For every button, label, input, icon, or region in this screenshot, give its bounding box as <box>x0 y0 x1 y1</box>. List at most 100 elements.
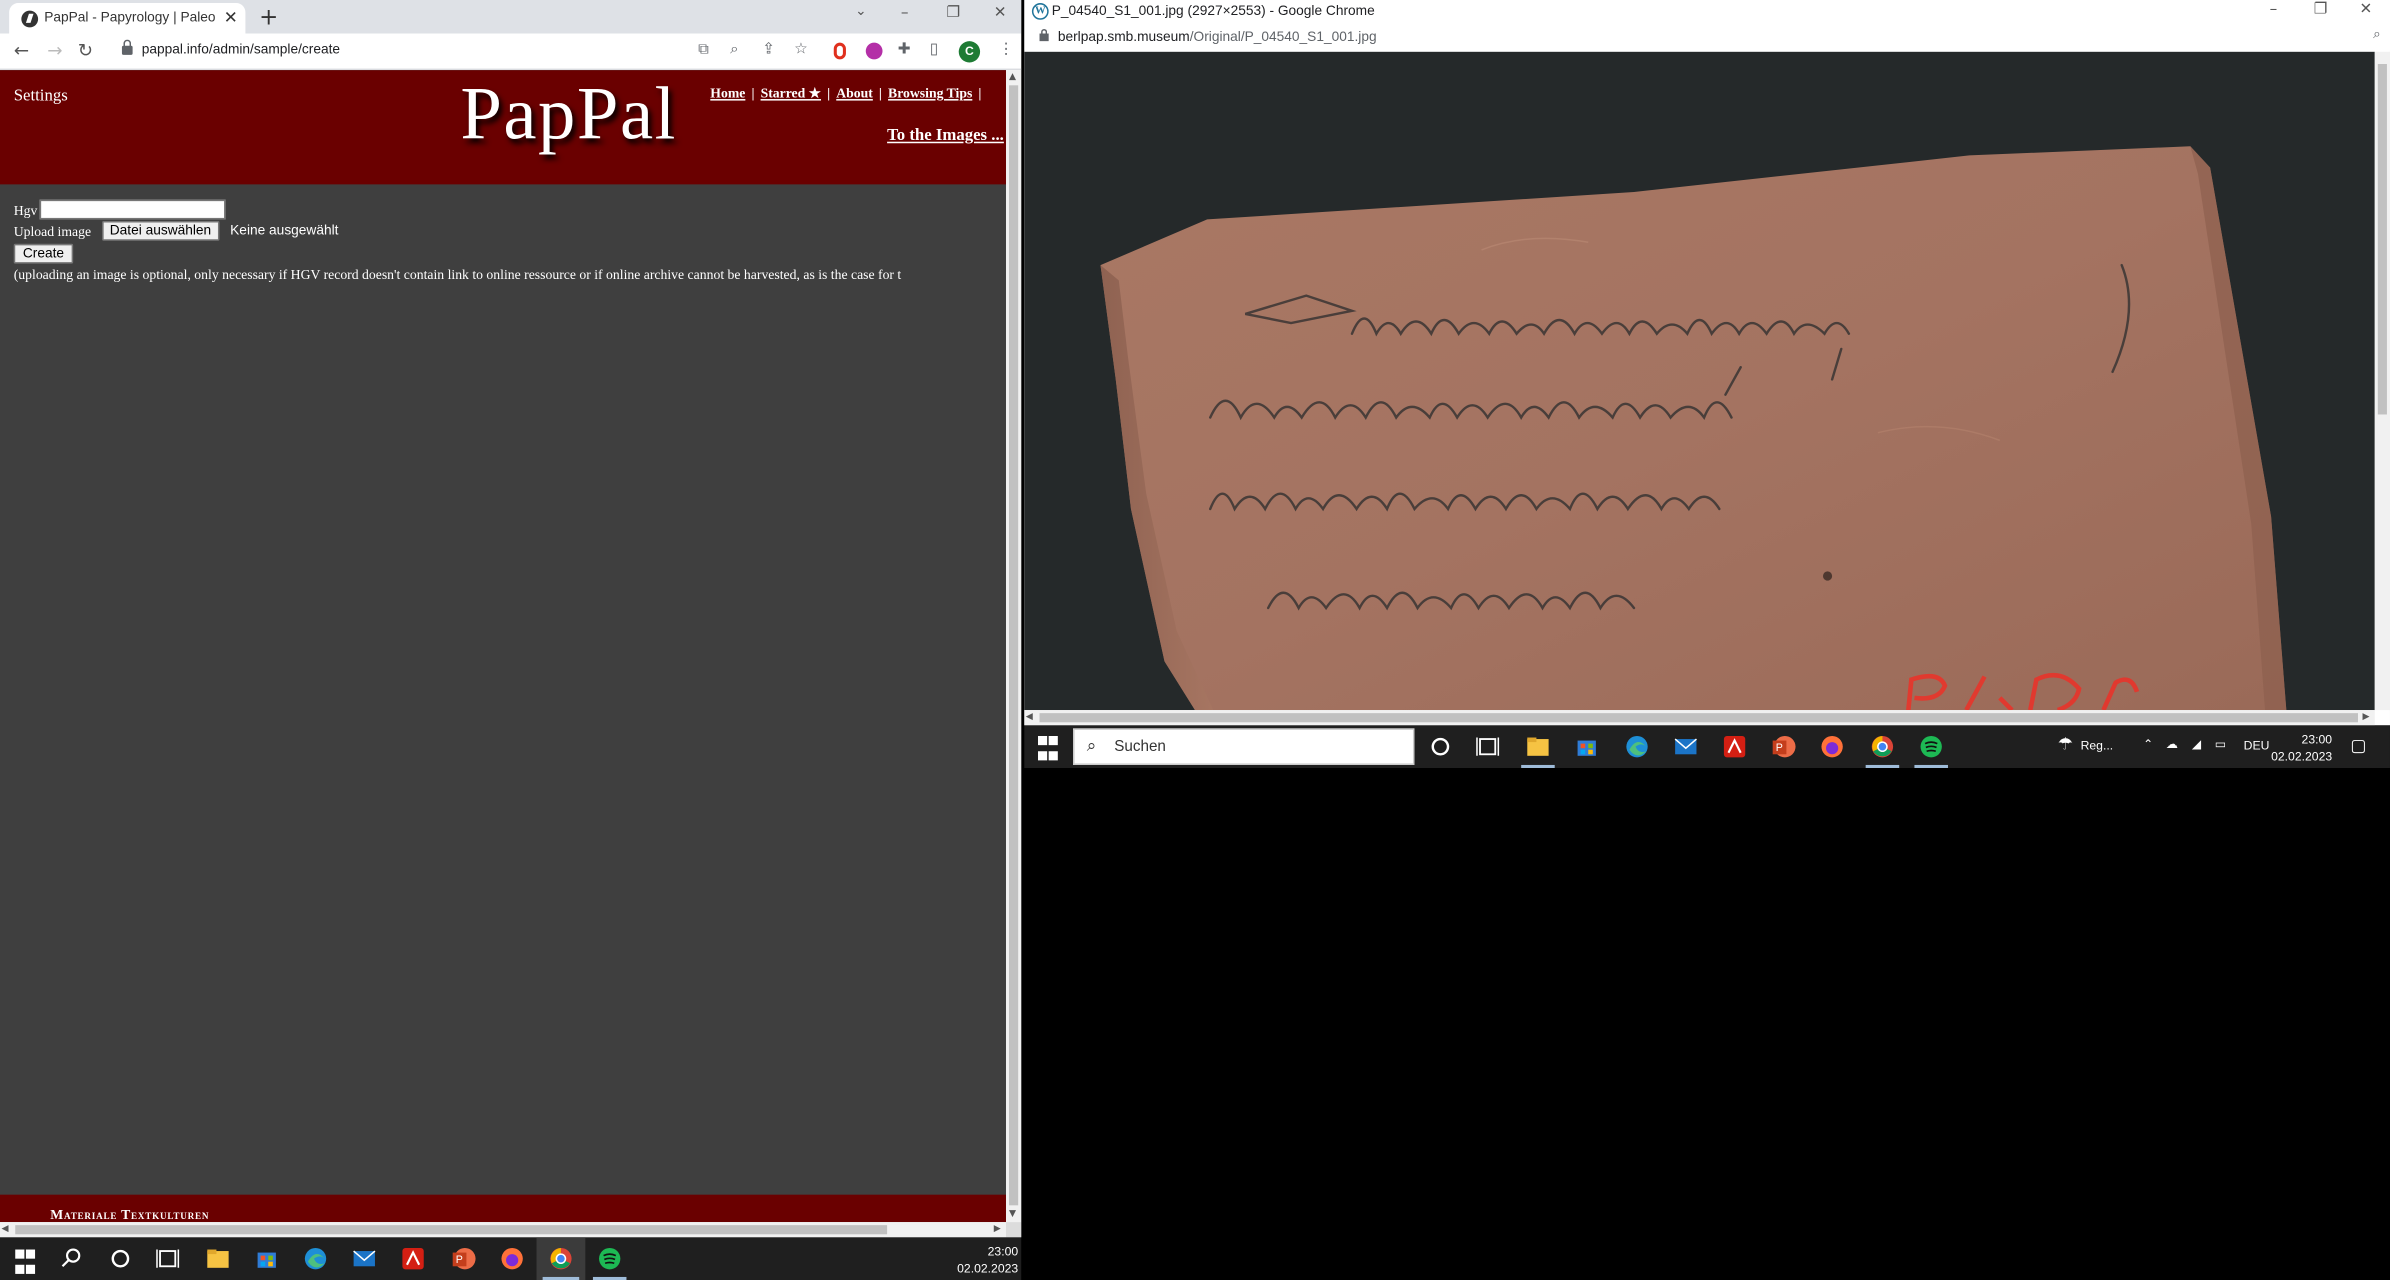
nav-starred[interactable]: Starred ★ <box>761 85 821 100</box>
restore-icon[interactable]: ❐ <box>2314 2 2328 19</box>
network-icon[interactable]: ◢ <box>2192 738 2201 752</box>
windows-start-icon[interactable] <box>15 1249 42 1277</box>
powerpoint-icon[interactable]: P <box>450 1245 477 1272</box>
hgv-input[interactable] <box>39 199 226 220</box>
scrollbar-thumb[interactable] <box>1039 713 2358 723</box>
chrome-icon[interactable] <box>547 1245 574 1272</box>
site-header: Settings PapPal Home | Starred ★ | About | Bro… <box>0 70 1006 185</box>
minimize-icon[interactable]: – <box>901 5 909 22</box>
extension-red-icon[interactable] <box>833 42 846 60</box>
weather-text[interactable]: Reg... <box>2081 739 2114 753</box>
nav-about[interactable]: About <box>836 85 873 100</box>
back-icon[interactable]: ← <box>14 40 29 61</box>
store-icon[interactable] <box>253 1245 280 1272</box>
tray-chevron-icon[interactable]: ⌃ <box>2143 738 2153 752</box>
close-window-icon[interactable]: ✕ <box>2360 2 2373 19</box>
firefox-icon[interactable] <box>498 1245 525 1272</box>
store-icon[interactable] <box>1573 733 1600 760</box>
side-panel-icon[interactable]: ▯ <box>930 41 938 58</box>
scrollbar-thumb[interactable] <box>2377 64 2387 415</box>
clock-time: 23:00 <box>987 1244 1019 1259</box>
acrobat-icon[interactable] <box>1721 733 1748 760</box>
clock[interactable]: 23:00 02.02.2023 <box>2271 731 2332 765</box>
reload-icon[interactable]: ↻ <box>78 40 93 61</box>
taskbar-search[interactable]: ⌕ Suchen <box>1073 728 1415 765</box>
upload-image-label: Upload image <box>13 224 92 240</box>
file-explorer-icon[interactable] <box>1524 733 1551 760</box>
scrollbar-thumb[interactable] <box>1009 85 1019 1206</box>
scroll-up-icon[interactable]: ▲ <box>1009 72 1016 83</box>
desktop: PapPal - Papyrology | Paleograph ✕ + ⌄ –… <box>0 0 2390 1280</box>
new-tab-icon[interactable]: + <box>259 3 278 30</box>
scroll-right-icon[interactable]: ▶ <box>2363 712 2370 723</box>
minimize-icon[interactable]: – <box>2270 2 2278 19</box>
task-view-icon[interactable] <box>1474 733 1501 760</box>
spotify-icon[interactable] <box>596 1245 623 1272</box>
file-explorer-icon[interactable] <box>204 1245 231 1272</box>
to-the-images-link[interactable]: To the Images ... <box>887 126 1004 144</box>
menu-kebab-icon[interactable]: ⋮ <box>998 41 1013 58</box>
scroll-right-icon[interactable]: ▶ <box>994 1224 1001 1235</box>
edge-icon[interactable] <box>1623 733 1650 760</box>
taskbar-main: P 23:00 02.02.2023 <box>0 1237 1022 1280</box>
svg-text:P: P <box>456 1254 463 1266</box>
tab-pappal[interactable]: PapPal - Papyrology | Paleograph ✕ <box>9 3 246 34</box>
site-logo[interactable]: PapPal <box>460 70 677 157</box>
onedrive-icon[interactable]: ☁ <box>2166 738 2178 752</box>
horizontal-scrollbar[interactable]: ◀ ▶ <box>0 1222 1006 1238</box>
translate-icon[interactable]: ⧉ <box>698 41 709 58</box>
tab-strip: PapPal - Papyrology | Paleograph ✕ + ⌄ –… <box>0 0 1022 34</box>
share-icon[interactable]: ⇪ <box>762 41 775 58</box>
profile-avatar[interactable]: C <box>958 41 981 63</box>
cortana-icon[interactable] <box>1427 733 1454 760</box>
horizontal-scrollbar[interactable]: ◀ ▶ <box>1024 710 2375 726</box>
clock[interactable]: 23:00 02.02.2023 <box>948 1243 1018 1277</box>
scrollbar-thumb[interactable] <box>15 1225 888 1235</box>
nav-browsing-tips[interactable]: Browsing Tips <box>888 85 972 100</box>
vertical-scrollbar[interactable] <box>2374 51 2390 711</box>
restore-icon[interactable]: ❐ <box>947 5 961 22</box>
task-view-icon[interactable] <box>154 1245 181 1272</box>
page-content: Settings PapPal Home | Starred ★ | About | Bro… <box>0 70 1006 1223</box>
search-placeholder: Suchen <box>1114 739 1166 756</box>
mail-icon[interactable] <box>351 1245 378 1272</box>
vertical-scrollbar[interactable]: ▲ ▼ <box>1005 70 1022 1223</box>
ostracon-image[interactable] <box>1024 51 2375 711</box>
scroll-left-icon[interactable]: ◀ <box>2 1224 9 1235</box>
url-host: berlpap.smb.museum <box>1057 28 1190 45</box>
forward-icon[interactable]: → <box>47 40 62 61</box>
zoom-icon[interactable]: ⌕ <box>2373 27 2381 42</box>
choose-file-button[interactable]: Datei auswählen <box>102 220 219 241</box>
wordpress-favicon-icon: W <box>1031 3 1049 20</box>
extensions-puzzle-icon[interactable]: ✚ <box>898 41 911 58</box>
create-button[interactable]: Create <box>13 243 74 264</box>
close-window-icon[interactable]: ✕ <box>994 5 1007 22</box>
search-icon[interactable] <box>58 1245 85 1272</box>
settings-link[interactable]: Settings <box>14 87 68 105</box>
zoom-icon[interactable]: ⌕ <box>730 41 739 58</box>
clock-time: 23:00 <box>2301 732 2333 747</box>
edge-icon[interactable] <box>302 1245 329 1272</box>
language-indicator[interactable]: DEU <box>2244 739 2270 753</box>
extension-pink-icon[interactable] <box>865 42 883 60</box>
chrome-icon[interactable] <box>1869 733 1896 760</box>
bookmark-star-icon[interactable]: ☆ <box>794 41 808 58</box>
battery-icon[interactable]: ▭ <box>2215 738 2227 752</box>
tab-close-icon[interactable]: ✕ <box>224 8 238 28</box>
mail-icon[interactable] <box>1672 733 1699 760</box>
nav-home[interactable]: Home <box>710 85 745 100</box>
address-bar[interactable]: pappal.info/admin/sample/create <box>142 41 340 56</box>
tab-search-chevron-icon[interactable]: ⌄ <box>855 5 867 20</box>
powerpoint-icon[interactable]: P <box>1770 733 1797 760</box>
acrobat-icon[interactable] <box>399 1245 426 1272</box>
spotify-icon[interactable] <box>1917 733 1944 760</box>
scroll-down-icon[interactable]: ▼ <box>1009 1208 1016 1219</box>
window-title-bar: W P_04540_S1_001.jpg (2927×2553) - Googl… <box>1024 0 2390 25</box>
address-bar[interactable]: berlpap.smb.museum/Original/P_04540_S1_0… <box>1024 24 2390 51</box>
firefox-icon[interactable] <box>1818 733 1845 760</box>
scroll-left-icon[interactable]: ◀ <box>1026 712 1033 723</box>
weather-icon[interactable]: ☂ <box>2058 734 2073 754</box>
notifications-icon[interactable]: ▢ <box>2350 736 2366 756</box>
cortana-icon[interactable] <box>107 1245 134 1272</box>
windows-start-icon[interactable] <box>1038 736 1065 763</box>
